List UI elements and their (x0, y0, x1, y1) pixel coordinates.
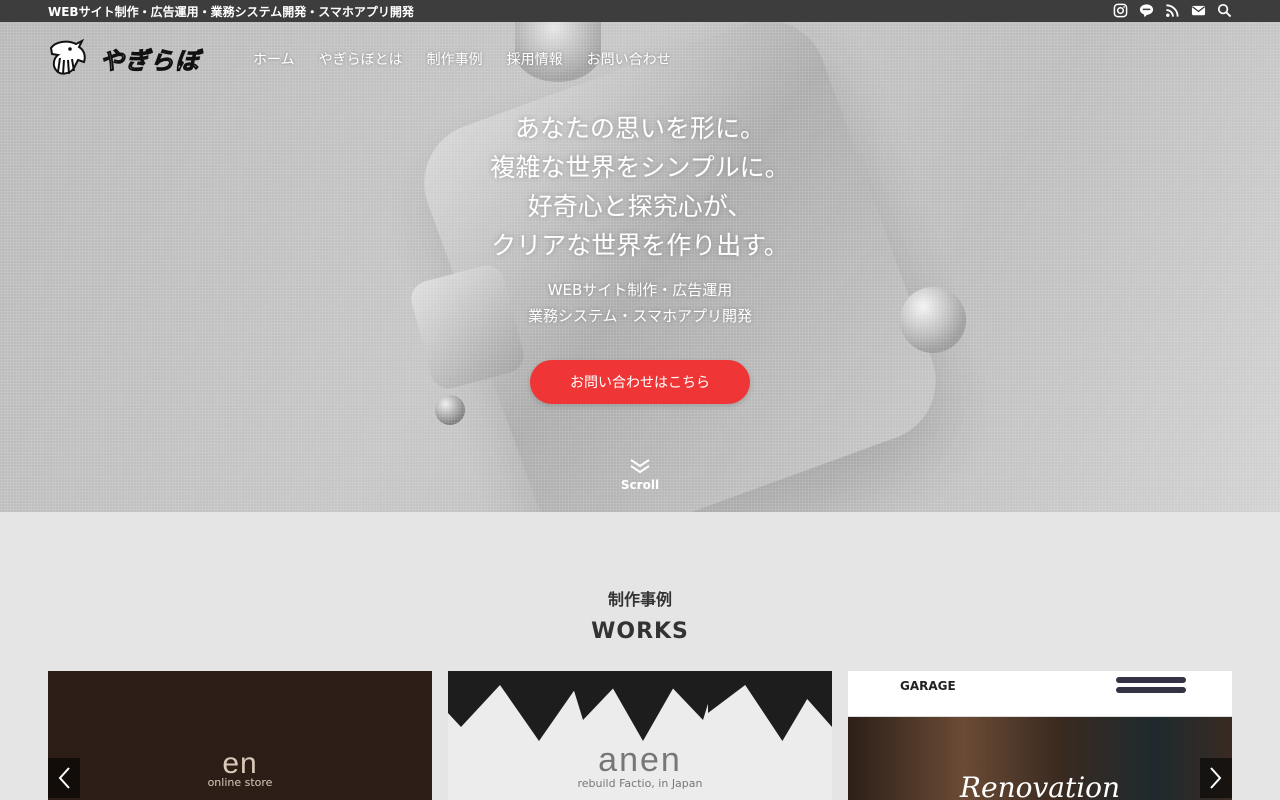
headline-line: あなたの思いを形に。 (514, 114, 765, 143)
work-card-subtitle: rebuild Factio, in Japan (577, 777, 703, 790)
work-card-title: GARAGE (900, 679, 956, 693)
work-card-photo: Renovation (848, 717, 1232, 800)
work-card[interactable]: anen rebuild Factio, in Japan (448, 671, 832, 800)
headline-line: 好奇心と探究心が、 (527, 192, 753, 221)
social-icons (1112, 2, 1232, 18)
subline-line: 業務システム・スマホアプリ開発 (527, 307, 753, 325)
works-title-jp: 制作事例 (607, 590, 672, 609)
chevron-left-icon (58, 767, 70, 789)
goat-logo-icon (49, 38, 86, 75)
work-card-brand: en online store (48, 747, 432, 789)
logo-text: やぎらぼ (100, 46, 200, 75)
headline-line: 複雑な世界をシンプルに。 (490, 153, 790, 182)
hero-dot-overlay (0, 22, 1280, 512)
line-icon[interactable] (1138, 2, 1154, 18)
works-title-en: WORKS (591, 619, 689, 644)
mail-icon[interactable] (1190, 2, 1206, 18)
rss-icon[interactable] (1164, 2, 1180, 18)
carousel-next-button[interactable] (1200, 758, 1232, 798)
drape-shape (568, 671, 718, 741)
nav-home[interactable]: ホーム (253, 49, 295, 69)
double-chevron-down-icon (630, 459, 650, 474)
nav-recruit[interactable]: 採用情報 (507, 49, 563, 69)
drape-shape (708, 671, 832, 741)
work-card[interactable]: en online store (48, 671, 432, 800)
hero-section: やぎらぼ ホーム やぎらぼとは 制作事例 採用情報 お問い合わせ あなたの思いを… (0, 22, 1280, 512)
scroll-indicator[interactable]: Scroll (600, 458, 680, 492)
main-nav: ホーム やぎらぼとは 制作事例 採用情報 お問い合わせ (253, 49, 671, 69)
search-icon[interactable] (1216, 2, 1232, 18)
carousel-prev-button[interactable] (48, 758, 80, 798)
instagram-icon[interactable] (1112, 2, 1128, 18)
site-logo[interactable]: やぎらぼ (48, 38, 200, 78)
top-bar: WEBサイト制作・広告運用・業務システム開発・スマホアプリ開発 (0, 0, 1280, 22)
chevron-right-icon (1210, 767, 1222, 789)
hero-subline: WEBサイト制作・広告運用 業務システム・スマホアプリ開発 (0, 277, 1280, 329)
work-card[interactable]: GARAGE Renovation (848, 671, 1232, 800)
mini-header-widgets (1116, 677, 1186, 707)
scroll-label: Scroll (620, 478, 660, 492)
nav-about[interactable]: やぎらぼとは (319, 49, 403, 69)
work-card-title: en (222, 747, 258, 780)
nav-works[interactable]: 制作事例 (427, 49, 483, 69)
headline-line: クリアな世界を作り出す。 (491, 231, 789, 260)
work-card-subtitle: online store (207, 776, 273, 789)
nav-contact[interactable]: お問い合わせ (587, 49, 671, 69)
hero-headline: あなたの思いを形に。 複雑な世界をシンプルに。 好奇心と探究心が、 クリアな世界… (0, 109, 1280, 265)
work-card-title: anen (598, 741, 682, 779)
work-card-site-header: GARAGE (848, 671, 1232, 717)
top-tagline: WEBサイト制作・広告運用・業務システム開発・スマホアプリ開発 (48, 5, 414, 19)
work-card-brand: anen rebuild Factio, in Japan (448, 743, 832, 791)
drape-shape (448, 671, 578, 741)
contact-cta-button[interactable]: お問い合わせはこちら (530, 360, 750, 404)
work-card-photo-text: Renovation (959, 771, 1121, 800)
subline-line: WEBサイト制作・広告運用 (547, 281, 733, 299)
